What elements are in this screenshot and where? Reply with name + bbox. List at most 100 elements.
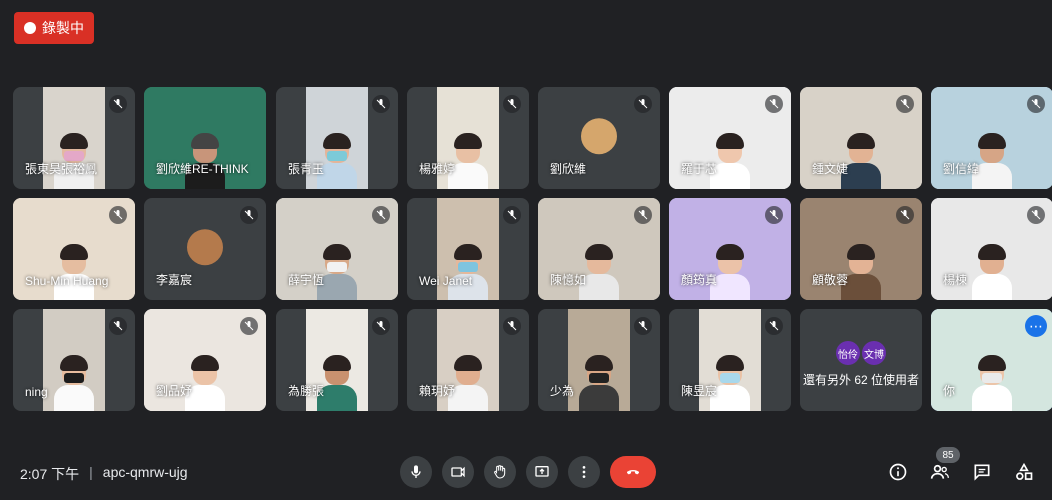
muted-mic-icon	[765, 206, 783, 224]
mic-toggle-button[interactable]	[400, 456, 432, 488]
self-view-tile[interactable]: ⋯ 你	[931, 309, 1052, 411]
participant-tile[interactable]: 楊棟	[931, 198, 1052, 300]
present-screen-icon	[535, 466, 549, 477]
raise-hand-button[interactable]	[484, 456, 516, 488]
participant-name: 陳昱宸	[681, 384, 718, 398]
clock-time: 2:07 下午	[20, 466, 80, 482]
video-feed	[568, 309, 630, 411]
participant-name: 鍾文婕	[812, 162, 849, 176]
camera-icon	[451, 466, 465, 478]
muted-mic-icon	[109, 317, 127, 335]
participant-figure	[972, 355, 1012, 411]
meeting-code: apc-qmrw-ujg	[102, 464, 188, 480]
muted-mic-icon	[634, 95, 652, 113]
participant-grid: 張東昊張裕鳳 劉欣維RE-THINK 張青玉 楊雅婷 劉欣維 羅于芯 鍾文婕 劉…	[13, 87, 1052, 412]
participant-tile[interactable]: 陳憶如	[538, 198, 660, 300]
participant-tile[interactable]: ning	[13, 309, 135, 411]
raise-hand-icon	[494, 465, 506, 479]
muted-mic-icon	[896, 95, 914, 113]
record-dot-icon	[24, 22, 36, 34]
participant-name: Wei Janet	[419, 274, 473, 288]
more-options-button[interactable]	[568, 456, 600, 488]
mic-icon	[411, 465, 421, 478]
chat-button[interactable]	[966, 456, 998, 488]
participant-tile[interactable]: 張青玉	[276, 87, 398, 189]
participant-tile[interactable]: 張東昊張裕鳳	[13, 87, 135, 189]
participant-tile[interactable]: 羅于芯	[669, 87, 791, 189]
participant-name: 為勝張	[288, 384, 325, 398]
muted-mic-icon	[1027, 95, 1045, 113]
participant-tile[interactable]: 李嘉宸	[144, 198, 266, 300]
participant-tile[interactable]: 陳昱宸	[669, 309, 791, 411]
participant-tile[interactable]: 為勝張	[276, 309, 398, 411]
recording-badge: 錄製中	[14, 12, 94, 44]
participant-name: 張青玉	[288, 162, 325, 176]
muted-mic-icon	[765, 95, 783, 113]
call-controls	[400, 456, 656, 488]
participant-name: Shu-Min Huang	[25, 274, 109, 288]
participant-name: 張東昊張裕鳳	[25, 162, 98, 176]
participant-figure	[972, 244, 1012, 300]
participant-tile[interactable]: 劉信緯	[931, 87, 1052, 189]
video-feed	[43, 309, 105, 411]
end-call-button[interactable]	[610, 456, 656, 488]
muted-mic-icon	[503, 206, 521, 224]
participant-tile[interactable]: 劉欣維RE-THINK	[144, 87, 266, 189]
participant-name: 你	[943, 384, 956, 398]
participant-avatar	[581, 118, 617, 155]
participant-tile[interactable]: 薛宇恆	[276, 198, 398, 300]
muted-mic-icon	[1027, 206, 1045, 224]
participant-name: 少為	[550, 384, 575, 398]
participant-tile[interactable]: Wei Janet	[407, 198, 529, 300]
participant-tile[interactable]: 劉欣維	[538, 87, 660, 189]
camera-toggle-button[interactable]	[442, 456, 474, 488]
participant-tile[interactable]: 少為	[538, 309, 660, 411]
participant-figure	[448, 244, 488, 300]
muted-mic-icon	[240, 206, 258, 224]
muted-mic-icon	[240, 317, 258, 335]
participant-avatar	[187, 229, 223, 266]
muted-mic-icon	[765, 317, 783, 335]
participant-tile[interactable]: 劉品妤	[144, 309, 266, 411]
participant-name: 薛宇恆	[288, 273, 325, 287]
recording-label: 錄製中	[42, 20, 84, 36]
muted-mic-icon	[503, 317, 521, 335]
participant-count-badge: 85	[936, 447, 960, 463]
participant-name: 劉品妤	[156, 384, 193, 398]
more-participants-avatars: 怡伶 文博	[836, 341, 886, 365]
muted-mic-icon	[503, 95, 521, 113]
participant-figure	[54, 244, 94, 300]
activities-button[interactable]	[1008, 456, 1040, 488]
end-call-icon	[626, 470, 640, 475]
participant-name: 李嘉宸	[156, 273, 193, 287]
side-panel-controls: 85	[882, 447, 1040, 488]
info-icon	[889, 463, 907, 481]
muted-mic-icon	[372, 95, 390, 113]
meeting-info-button[interactable]	[882, 456, 914, 488]
participant-name: ning	[25, 385, 48, 399]
participant-tile[interactable]: Shu-Min Huang	[13, 198, 135, 300]
participant-tile[interactable]: 顏筠真	[669, 198, 791, 300]
activities-icon	[1016, 462, 1033, 480]
participant-figure	[579, 355, 619, 411]
muted-mic-icon	[372, 317, 390, 335]
muted-mic-icon	[109, 206, 127, 224]
more-participants-label: 還有另外 62 位使用者	[802, 373, 920, 387]
people-button[interactable]: 85	[924, 447, 960, 488]
present-screen-button[interactable]	[526, 456, 558, 488]
participant-name: 陳憶如	[550, 273, 587, 287]
more-participants-tile[interactable]: 怡伶 文博 還有另外 62 位使用者	[800, 309, 922, 411]
muted-mic-icon	[896, 206, 914, 224]
participant-tile[interactable]: 顧敬蓉	[800, 198, 922, 300]
participant-name: 楊雅婷	[419, 162, 456, 176]
muted-mic-icon	[372, 206, 390, 224]
participant-tile[interactable]: 賴玥妤	[407, 309, 529, 411]
participant-tile[interactable]: 楊雅婷	[407, 87, 529, 189]
participant-name: 羅于芯	[681, 162, 718, 176]
participant-figure	[54, 355, 94, 411]
participant-tile[interactable]: 鍾文婕	[800, 87, 922, 189]
more-options-icon[interactable]: ⋯	[1025, 315, 1047, 337]
participant-name: 劉信緯	[943, 162, 980, 176]
meeting-details: 2:07 下午 | apc-qmrw-ujg	[20, 464, 188, 484]
muted-mic-icon	[634, 206, 652, 224]
